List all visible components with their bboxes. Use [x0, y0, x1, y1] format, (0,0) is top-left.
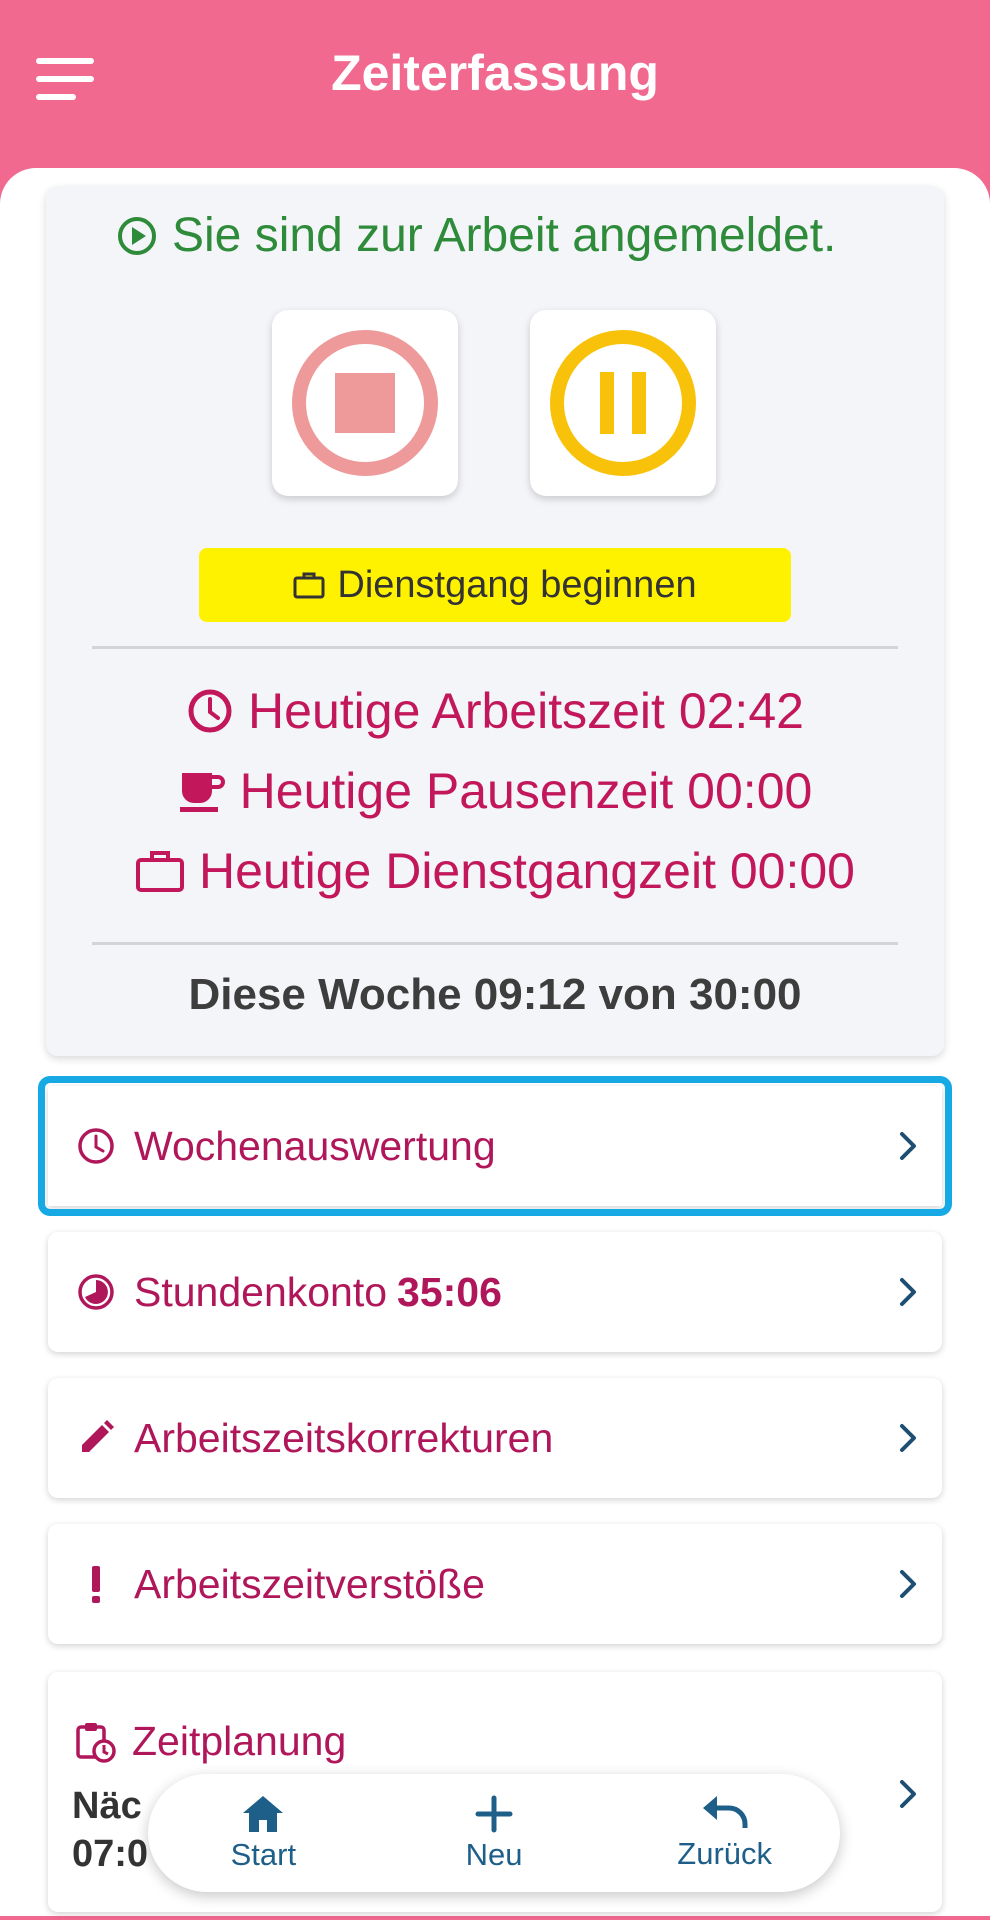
work-status: Sie sind zur Arbeit angemeldet.	[116, 208, 836, 263]
week-summary: Diese Woche 09:12 von 30:00	[188, 970, 802, 1019]
planning-label: Zeitplanung	[132, 1718, 347, 1764]
calendar-clock-icon	[76, 1722, 116, 1763]
exclamation-icon	[92, 1566, 100, 1603]
app-bar: Zeiterfassung	[0, 0, 990, 172]
hours-account-item[interactable]: Stundenkonto 35:06	[48, 1232, 942, 1352]
pie-clock-icon	[78, 1274, 114, 1310]
nav-back-label: Zurück	[677, 1836, 773, 1871]
start-errand-label: Dienstgang beginnen	[337, 563, 697, 606]
violations-item[interactable]: Arbeitszeitverstöße	[48, 1524, 942, 1644]
today-pause-label: Heutige Pausenzeit 00:00	[239, 763, 813, 819]
coffee-cup-icon	[179, 773, 225, 812]
corrections-item[interactable]: Arbeitszeitskorrekturen	[48, 1378, 942, 1498]
clock-icon	[78, 1128, 114, 1164]
today-work-time: Heutige Arbeitszeit 02:42	[46, 682, 944, 740]
divider	[92, 942, 898, 945]
week-evaluation-item[interactable]: Wochenauswertung	[38, 1076, 952, 1216]
pause-circle-icon	[550, 330, 696, 476]
bottom-navigation: Start Neu Zurück	[148, 1774, 840, 1892]
nav-back[interactable]: Zurück	[609, 1774, 840, 1892]
stop-circle-icon	[292, 330, 438, 476]
stop-work-button[interactable]	[272, 310, 458, 496]
home-icon	[243, 1796, 284, 1832]
today-pause-time: Heutige Pausenzeit 00:00	[46, 762, 944, 820]
violations-label: Arbeitszeitverstöße	[134, 1560, 485, 1607]
hours-account-value: 35:06	[397, 1268, 502, 1315]
status-card: Sie sind zur Arbeit angemeldet. Dienstga…	[46, 186, 944, 1056]
status-message: Sie sind zur Arbeit angemeldet.	[172, 209, 837, 262]
planning-title: Zeitplanung	[74, 1718, 346, 1765]
pause-work-button[interactable]	[530, 310, 716, 496]
chevron-right-icon	[900, 1570, 916, 1598]
undo-icon	[702, 1796, 748, 1828]
plus-icon	[475, 1795, 513, 1833]
corrections-label: Arbeitszeitskorrekturen	[134, 1414, 554, 1461]
play-circle-icon	[118, 216, 156, 255]
today-errand-label: Heutige Dienstgangzeit 00:00	[198, 843, 855, 899]
briefcase-icon	[293, 572, 325, 599]
briefcase-icon	[135, 851, 184, 892]
planning-next-shift: Näc 07:0	[72, 1785, 149, 1875]
today-errand-time: Heutige Dienstgangzeit 00:00	[46, 842, 944, 900]
pencil-icon	[82, 1420, 114, 1452]
today-work-label: Heutige Arbeitszeit 02:42	[248, 683, 804, 739]
chevron-right-icon	[900, 1278, 916, 1306]
chevron-right-icon	[900, 1424, 916, 1452]
chevron-right-icon	[900, 1132, 916, 1160]
nav-new-label: Neu	[465, 1837, 523, 1872]
nav-start[interactable]: Start	[148, 1774, 379, 1892]
clock-icon	[188, 689, 232, 733]
divider	[92, 646, 898, 649]
hours-account-label: Stundenkonto	[134, 1268, 388, 1315]
page-title: Zeiterfassung	[331, 45, 659, 101]
nav-new[interactable]: Neu	[379, 1774, 610, 1892]
nav-start-label: Start	[230, 1837, 297, 1872]
start-errand-button[interactable]: Dienstgang beginnen	[199, 548, 791, 622]
week-evaluation-label: Wochenauswertung	[134, 1122, 496, 1169]
chevron-right-icon	[900, 1780, 916, 1808]
